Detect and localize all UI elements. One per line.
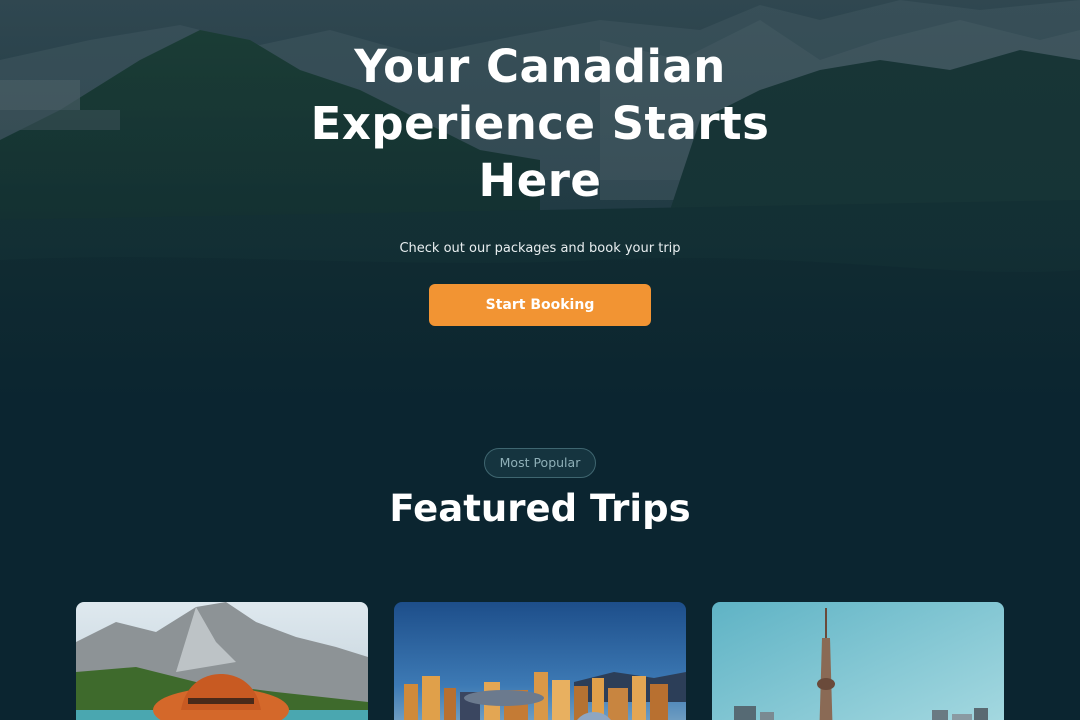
trip-card-3[interactable] <box>712 602 1004 720</box>
hero-title-line-2: Experience Starts <box>310 97 770 150</box>
hero-title-line-3: Here <box>478 154 602 207</box>
hero-title-line-1: Your Canadian <box>354 40 726 93</box>
hero-title: Your Canadian Experience Starts Here <box>240 38 840 209</box>
featured-trips-title: Featured Trips <box>389 487 691 530</box>
mountain-lake-hat-image <box>76 602 368 720</box>
start-booking-button[interactable]: Start Booking <box>429 284 651 326</box>
trip-card-1[interactable] <box>76 602 368 720</box>
landing-page: Your Canadian Experience Starts Here Che… <box>0 0 1080 720</box>
cn-tower-skyline-image <box>712 602 1004 720</box>
most-popular-badge: Most Popular <box>484 448 596 478</box>
trip-card-2[interactable] <box>394 602 686 720</box>
city-skyline-sunset-image <box>394 602 686 720</box>
hero-subtitle: Check out our packages and book your tri… <box>399 241 681 256</box>
